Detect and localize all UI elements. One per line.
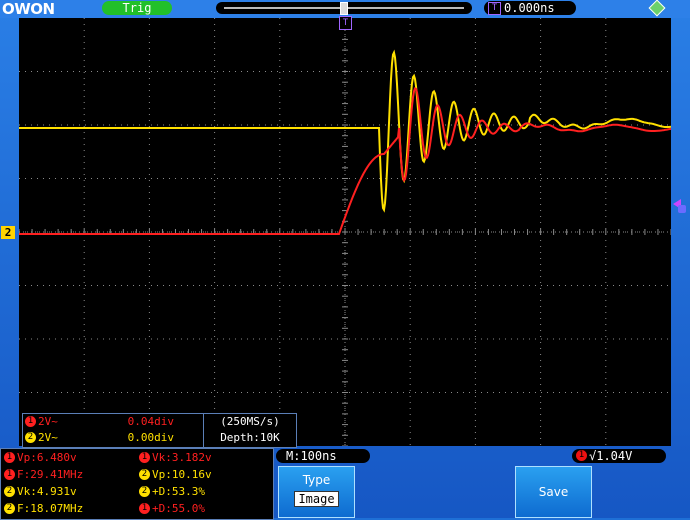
measurement-text: F:29.41MHz: [17, 468, 84, 481]
measurement-text: Vp:6.480v: [17, 451, 77, 464]
owon-logo: OWON: [2, 0, 55, 18]
channel-1-scale: 2V~: [38, 415, 58, 428]
channel-2-badge: 2: [25, 432, 36, 443]
channel-info-panel: 1 2V~ 0.04div 2 2V~ 0.00div: [22, 413, 205, 448]
channel-2-offset: 0.00div: [127, 431, 174, 444]
measurement-text: Vk:4.931v: [17, 485, 77, 498]
record-depth: Depth:10K: [220, 431, 280, 444]
measurement-channel-badge: 2: [139, 486, 150, 497]
acquisition-info: (250MS/s) Depth:10K: [203, 413, 297, 448]
channel-2-info[interactable]: 2 2V~ 0.00div: [23, 430, 204, 446]
trigger-level-readout[interactable]: 1 √1.04V: [572, 449, 666, 463]
trigger-time-readout: T 0.000ns: [484, 1, 576, 15]
measurement-channel-badge: 1: [139, 503, 150, 514]
measurement-item: 2 F:18.07MHz: [4, 501, 83, 517]
measurement-item: 1 +D:55.0%: [139, 501, 205, 517]
trigger-time-tag-icon: T: [488, 2, 501, 15]
type-softkey[interactable]: Type Image: [278, 466, 355, 518]
channel-1-badge: 1: [25, 416, 36, 427]
measurement-text: F:18.07MHz: [17, 502, 84, 515]
measurement-panel: 1 Vp:6.480v 1 Vk:3.182v 1 F:29.41MHz 2 Vp:10…: [0, 448, 274, 520]
save-softkey[interactable]: Save: [515, 466, 592, 518]
measurement-text: +D:53.3%: [152, 485, 205, 498]
measurement-channel-badge: 2: [139, 469, 150, 480]
measurement-channel-badge: 1: [4, 452, 15, 463]
waveform-display: [19, 18, 671, 446]
channel-1-offset: 0.04div: [127, 415, 174, 428]
channel-2-offset-marker[interactable]: 2: [1, 226, 15, 239]
measurement-item: 1 F:29.41MHz: [4, 467, 83, 483]
trigger-time-value: 0.000ns: [504, 1, 555, 15]
sample-rate: (250MS/s): [220, 415, 280, 428]
type-softkey-value: Image: [294, 491, 339, 507]
measurement-channel-badge: 2: [4, 503, 15, 514]
usb-icon: [648, 0, 666, 17]
measurement-text: Vk:3.182v: [152, 451, 212, 464]
measurement-channel-badge: 1: [139, 452, 150, 463]
measurement-item: 2 Vk:4.931v: [4, 484, 77, 500]
memory-position-handle[interactable]: [340, 2, 348, 15]
type-softkey-label: Type: [302, 473, 331, 487]
channel-2-scale: 2V~: [38, 431, 58, 444]
memory-position-bar[interactable]: [216, 2, 472, 15]
measurement-item: 2 +D:53.3%: [139, 484, 205, 500]
waveform-svg: [19, 18, 671, 446]
measurement-channel-badge: 2: [4, 486, 15, 497]
trigger-status-badge: Trig: [102, 1, 172, 15]
trigger-position-marker[interactable]: T: [339, 16, 352, 30]
timebase-readout[interactable]: M:100ns: [276, 449, 370, 463]
channel-1-info[interactable]: 1 2V~ 0.04div: [23, 414, 204, 430]
measurement-item: 2 Vp:10.16v: [139, 467, 212, 483]
measurement-text: +D:55.0%: [152, 502, 205, 515]
trigger-source-badge: 1: [576, 450, 587, 461]
measurement-channel-badge: 1: [4, 469, 15, 480]
ch2-level-marker: [678, 205, 686, 213]
measurement-item: 1 Vp:6.480v: [4, 450, 77, 466]
measurement-item: 1 Vk:3.182v: [139, 450, 212, 466]
measurement-text: Vp:10.16v: [152, 468, 212, 481]
trigger-level-value: √1.04V: [589, 449, 633, 463]
